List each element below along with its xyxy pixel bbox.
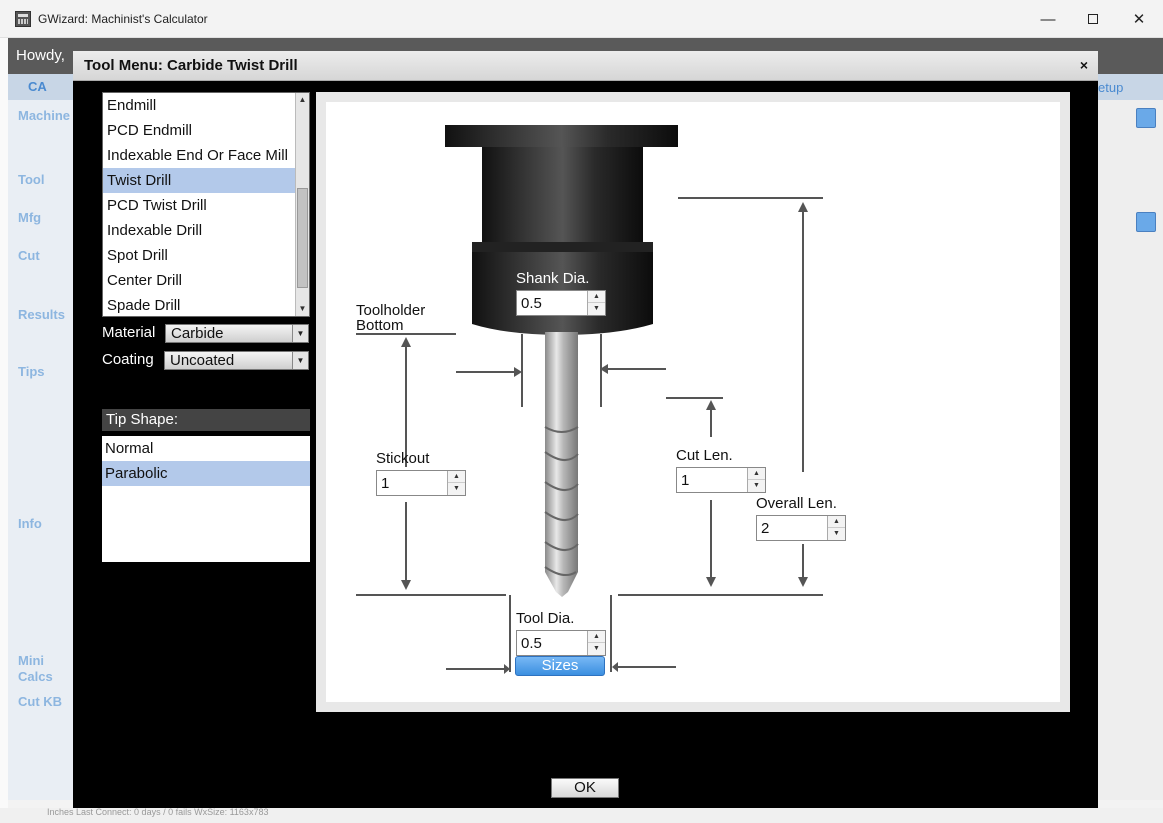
list-item[interactable]: Endmill <box>103 93 309 118</box>
sidebar-item-info[interactable]: Info <box>18 516 42 531</box>
scroll-thumb[interactable] <box>297 188 308 288</box>
list-item[interactable]: Spot Drill <box>103 243 309 268</box>
stickout-stepper[interactable]: ▲ ▼ <box>447 471 465 495</box>
sidebar-item-cut[interactable]: Cut <box>18 248 40 263</box>
sidebar-item-results[interactable]: Results <box>18 307 65 322</box>
spin-down-icon[interactable]: ▼ <box>748 480 765 492</box>
sidebar-item-cut-kb[interactable]: Cut KB <box>18 694 62 709</box>
list-item[interactable]: Normal <box>102 436 310 461</box>
scroll-down-arrow-icon[interactable]: ▼ <box>296 302 309 316</box>
spin-up-icon[interactable]: ▲ <box>588 631 605 643</box>
dropdown-arrow-icon[interactable] <box>1136 108 1156 128</box>
window-title: GWizard: Machinist's Calculator <box>38 12 208 26</box>
cut-len-label: Cut Len. <box>676 447 733 464</box>
background-edge <box>0 38 8 808</box>
tip-shape-header: Tip Shape: <box>102 409 310 431</box>
overall-len-stepper[interactable]: ▲ ▼ <box>827 516 845 540</box>
coating-select[interactable]: Uncoated ▼ <box>164 351 309 370</box>
list-scrollbar[interactable]: ▲ ▼ <box>295 93 309 316</box>
tool-dia-stepper[interactable]: ▲ ▼ <box>587 631 605 655</box>
tool-dia-input[interactable]: 0.5 ▲ ▼ <box>516 630 606 656</box>
cut-len-stepper[interactable]: ▲ ▼ <box>747 468 765 492</box>
shank-dia-input[interactable]: 0.5 ▲ ▼ <box>516 290 606 316</box>
dialog-titlebar: Tool Menu: Carbide Twist Drill × <box>73 51 1098 81</box>
close-window-button[interactable]: ✕ <box>1116 4 1162 34</box>
stickout-input[interactable]: 1 ▲ ▼ <box>376 470 466 496</box>
status-bar: Inches Last Connect: 0 days / 0 fails Wx… <box>0 808 1163 823</box>
ok-button[interactable]: OK <box>551 778 619 798</box>
chevron-down-icon: ▼ <box>292 325 308 342</box>
tool-dia-label: Tool Dia. <box>516 610 575 627</box>
spin-up-icon[interactable]: ▲ <box>748 468 765 480</box>
tool-dia-value: 0.5 <box>521 635 542 652</box>
list-item[interactable]: Indexable Drill <box>103 218 309 243</box>
tab-setup[interactable]: etup <box>1098 80 1123 95</box>
tab-cam[interactable]: CA <box>28 79 47 94</box>
sidebar-item-tips[interactable]: Tips <box>18 364 45 379</box>
spin-down-icon[interactable]: ▼ <box>828 528 845 540</box>
cut-len-input[interactable]: 1 ▲ ▼ <box>676 467 766 493</box>
calculator-icon <box>15 11 31 27</box>
tool-menu-dialog: Tool Menu: Carbide Twist Drill × Endmill… <box>73 51 1098 808</box>
minimize-button[interactable]: — <box>1025 4 1071 34</box>
dropdown-arrow-icon[interactable] <box>1136 212 1156 232</box>
cut-len-value: 1 <box>681 472 690 489</box>
coating-value: Uncoated <box>170 352 235 369</box>
toolholder-bottom-label: Toolholder Bottom <box>356 303 425 333</box>
list-item[interactable]: Indexable End Or Face Mill <box>103 143 309 168</box>
tool-type-list[interactable]: Endmill PCD Endmill Indexable End Or Fac… <box>102 92 310 317</box>
spin-up-icon[interactable]: ▲ <box>828 516 845 528</box>
maximize-icon <box>1088 14 1098 24</box>
sidebar-item-machine[interactable]: Machine <box>18 108 70 123</box>
spin-down-icon[interactable]: ▼ <box>448 483 465 495</box>
tip-shape-list[interactable]: Normal Parabolic <box>102 436 310 562</box>
sidebar-item-tool[interactable]: Tool <box>18 172 44 187</box>
sidebar-item-mini-calcs[interactable]: Mini Calcs <box>18 653 68 685</box>
overall-len-value: 2 <box>761 520 770 537</box>
list-item[interactable]: PCD Twist Drill <box>103 193 309 218</box>
material-select[interactable]: Carbide ▼ <box>165 324 309 343</box>
sizes-button[interactable]: Sizes <box>515 656 605 676</box>
spin-up-icon[interactable]: ▲ <box>448 471 465 483</box>
background-right-panel <box>1098 100 1163 800</box>
overall-len-input[interactable]: 2 ▲ ▼ <box>756 515 846 541</box>
sidebar-item-mfg[interactable]: Mfg <box>18 210 41 225</box>
stickout-value: 1 <box>381 475 390 492</box>
spin-down-icon[interactable]: ▼ <box>588 643 605 655</box>
drill-illustration <box>356 125 823 674</box>
window-titlebar: GWizard: Machinist's Calculator — ✕ <box>0 0 1163 38</box>
scroll-up-arrow-icon[interactable]: ▲ <box>296 93 309 107</box>
tool-diagram: Shank Dia. 0.5 ▲ ▼ Toolholder Bottom Stic… <box>316 92 1070 712</box>
shank-dia-value: 0.5 <box>521 295 542 312</box>
coating-label: Coating <box>102 351 154 368</box>
material-label: Material <box>102 324 156 341</box>
overall-len-label: Overall Len. <box>756 495 837 512</box>
stickout-label: Stickout <box>376 450 430 467</box>
maximize-button[interactable] <box>1070 4 1116 34</box>
list-item-selected[interactable]: Parabolic <box>102 461 310 486</box>
greeting: Howdy, <box>16 47 65 64</box>
list-item[interactable]: PCD Endmill <box>103 118 309 143</box>
toolholder-label-line1: Toolholder <box>356 302 426 319</box>
list-item[interactable]: Center Drill <box>103 268 309 293</box>
toolholder-label-line2: Bottom <box>356 317 404 334</box>
material-value: Carbide <box>171 325 224 342</box>
list-item-selected[interactable]: Twist Drill <box>103 168 309 193</box>
chevron-down-icon: ▼ <box>292 352 308 369</box>
spin-down-icon[interactable]: ▼ <box>588 303 605 315</box>
list-item[interactable]: Spade Drill <box>103 293 309 316</box>
shank-dia-label: Shank Dia. <box>516 270 590 287</box>
shank-dia-stepper[interactable]: ▲ ▼ <box>587 291 605 315</box>
spin-up-icon[interactable]: ▲ <box>588 291 605 303</box>
dialog-title: Tool Menu: Carbide Twist Drill <box>84 57 298 74</box>
dialog-close-button[interactable]: × <box>1080 57 1088 73</box>
